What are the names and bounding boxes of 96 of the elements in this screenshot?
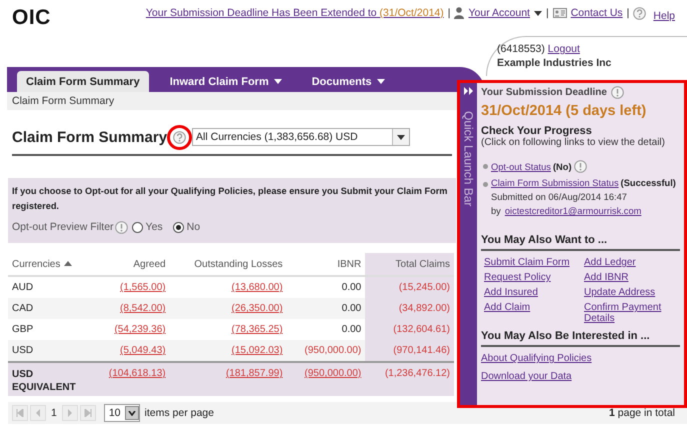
caret-icon <box>534 10 542 16</box>
column-header[interactable]: Total Claims <box>365 253 454 276</box>
nav-tab[interactable]: Claim Form Summary <box>17 71 149 92</box>
nav-tab[interactable]: Documents <box>302 71 394 92</box>
amount-cell: (950,000.00) <box>304 345 362 356</box>
section-heading: You May Also Be Interested in ... <box>481 330 680 347</box>
by-label: by <box>491 206 501 216</box>
separator: | <box>448 7 450 19</box>
first-page-icon <box>16 409 24 417</box>
quick-link[interactable]: Submit Claim Form <box>484 257 584 268</box>
next-page-icon <box>66 409 74 417</box>
page-number[interactable]: 1 <box>51 407 57 419</box>
help-icon[interactable] <box>173 130 186 144</box>
next-page-button[interactable] <box>62 405 78 421</box>
caret-icon <box>376 79 385 84</box>
radio-button[interactable] <box>172 222 184 233</box>
status-link[interactable]: Claim Form Submission Status <box>491 178 619 188</box>
amount-cell: (15,245.00) <box>398 282 450 293</box>
amount-link[interactable]: (13,680.00) <box>232 282 283 293</box>
quick-link[interactable]: Update Address <box>584 287 684 298</box>
quick-link[interactable]: Add Ledger <box>584 257 684 268</box>
separator: | <box>626 7 630 19</box>
company-name: Example Industries Inc <box>497 56 612 70</box>
separator: | <box>546 7 549 19</box>
notice-text: registered. <box>12 200 59 213</box>
email-link[interactable]: oictestcreditor1@armourrisk.com <box>504 206 642 216</box>
amount-cell: (1,236,476.12) <box>384 368 450 379</box>
status-link[interactable]: Opt-out Status <box>491 162 551 172</box>
page-size-select[interactable]: 10 <box>104 404 140 422</box>
submission-detail: Submitted on 06/Aug/2014 16:47 <box>491 192 628 202</box>
account-link[interactable]: Your Account <box>468 7 530 19</box>
currency-cell: USD <box>12 345 34 356</box>
person-icon <box>454 7 464 19</box>
currency-select[interactable]: All Currencies (1,383,656.68) USD <box>192 128 410 146</box>
radio-option[interactable]: No <box>172 220 200 235</box>
progress-hint: (Click on following links to view the detail) <box>481 137 666 148</box>
chevron-icon <box>128 410 136 416</box>
quick-launch-bar[interactable]: Quick Launch Bar <box>460 83 477 405</box>
logo: OIC <box>12 6 51 31</box>
deadline-title: Your Submission Deadline <box>481 87 607 98</box>
page-title: Claim Form Summary <box>12 128 168 146</box>
status-value: (Successful) <box>620 178 676 188</box>
status-value: (No) <box>552 162 572 172</box>
amount-cell: (132,604.61) <box>393 324 450 335</box>
amount-link[interactable]: (54,239.36) <box>114 324 166 335</box>
account-id: (6418553) <box>497 43 545 55</box>
help-link[interactable]: Help <box>653 10 675 22</box>
filter-label: Opt-out Preview Filter <box>12 220 114 235</box>
column-header[interactable]: Outstanding Losses <box>170 253 287 276</box>
contact-link[interactable]: Contact Us <box>570 7 623 19</box>
quick-link[interactable]: Confirm Payment Details <box>584 302 684 324</box>
logout-link[interactable]: Logout <box>548 43 580 55</box>
quick-link[interactable]: Add Claim <box>484 302 584 324</box>
last-page-button[interactable] <box>80 405 96 421</box>
amount-link[interactable]: (78,365.25) <box>232 324 283 335</box>
bar-label: Quick Launch Bar <box>462 111 476 206</box>
help-icon[interactable] <box>633 6 646 20</box>
caret-icon <box>397 134 406 140</box>
last-page-icon <box>84 409 92 417</box>
notice-text: If you choose to Opt-out for all your Qualifying Policies, please ensure you Submit your Claim Form <box>12 185 448 198</box>
section-heading: You May Also Want to ... <box>481 234 680 251</box>
currency-cell: GBP <box>12 324 34 335</box>
previous-page-icon <box>34 409 42 417</box>
column-header[interactable]: Agreed <box>91 253 170 276</box>
double-arrow-icon[interactable] <box>464 87 473 95</box>
amount-cell: 0.00 <box>342 282 362 293</box>
bullet-dot <box>483 182 488 187</box>
previous-page-button[interactable] <box>30 405 46 421</box>
amount-cell: 0.00 <box>342 303 362 314</box>
deadline-notice-link[interactable]: Your Submission Deadline Has Been Extended to (31/Oct/2014) <box>146 7 444 19</box>
amount-cell: (34,892.00) <box>398 303 450 314</box>
page-total: 1 page in total <box>609 407 675 419</box>
radio-button[interactable] <box>132 222 143 233</box>
page-size-label: items per page <box>144 407 214 419</box>
info-icon[interactable] <box>574 160 587 173</box>
quick-link[interactable]: Add Insured <box>484 287 584 298</box>
amount-link[interactable]: (1,565.00) <box>120 282 166 293</box>
deadline-date: 31/Oct/2014 (5 days left) <box>481 103 648 119</box>
currency-cell: CAD <box>12 303 34 314</box>
progress-title: Check Your Progress <box>481 125 593 137</box>
amount-cell: (970,141.46) <box>393 345 450 356</box>
column-header[interactable]: Currencies <box>8 253 92 276</box>
radio-option[interactable]: Yes <box>132 220 163 235</box>
quick-link[interactable]: Request Policy <box>484 272 584 283</box>
quick-link[interactable]: About Qualifying Policies <box>481 353 684 364</box>
first-page-button[interactable] <box>12 405 28 421</box>
amount-link[interactable]: (181,857.99) <box>226 368 283 379</box>
quick-link[interactable]: Download your Data <box>481 371 684 382</box>
nav-tab[interactable]: Inward Claim Form <box>160 71 291 92</box>
bullet-dot <box>483 164 488 169</box>
quick-link[interactable]: Add IBNR <box>584 272 684 283</box>
info-icon[interactable] <box>610 86 624 99</box>
currency-cell: AUD <box>12 282 34 293</box>
amount-cell: 0.00 <box>342 324 362 335</box>
contact-card-icon <box>552 8 567 18</box>
caret-icon <box>274 79 282 84</box>
